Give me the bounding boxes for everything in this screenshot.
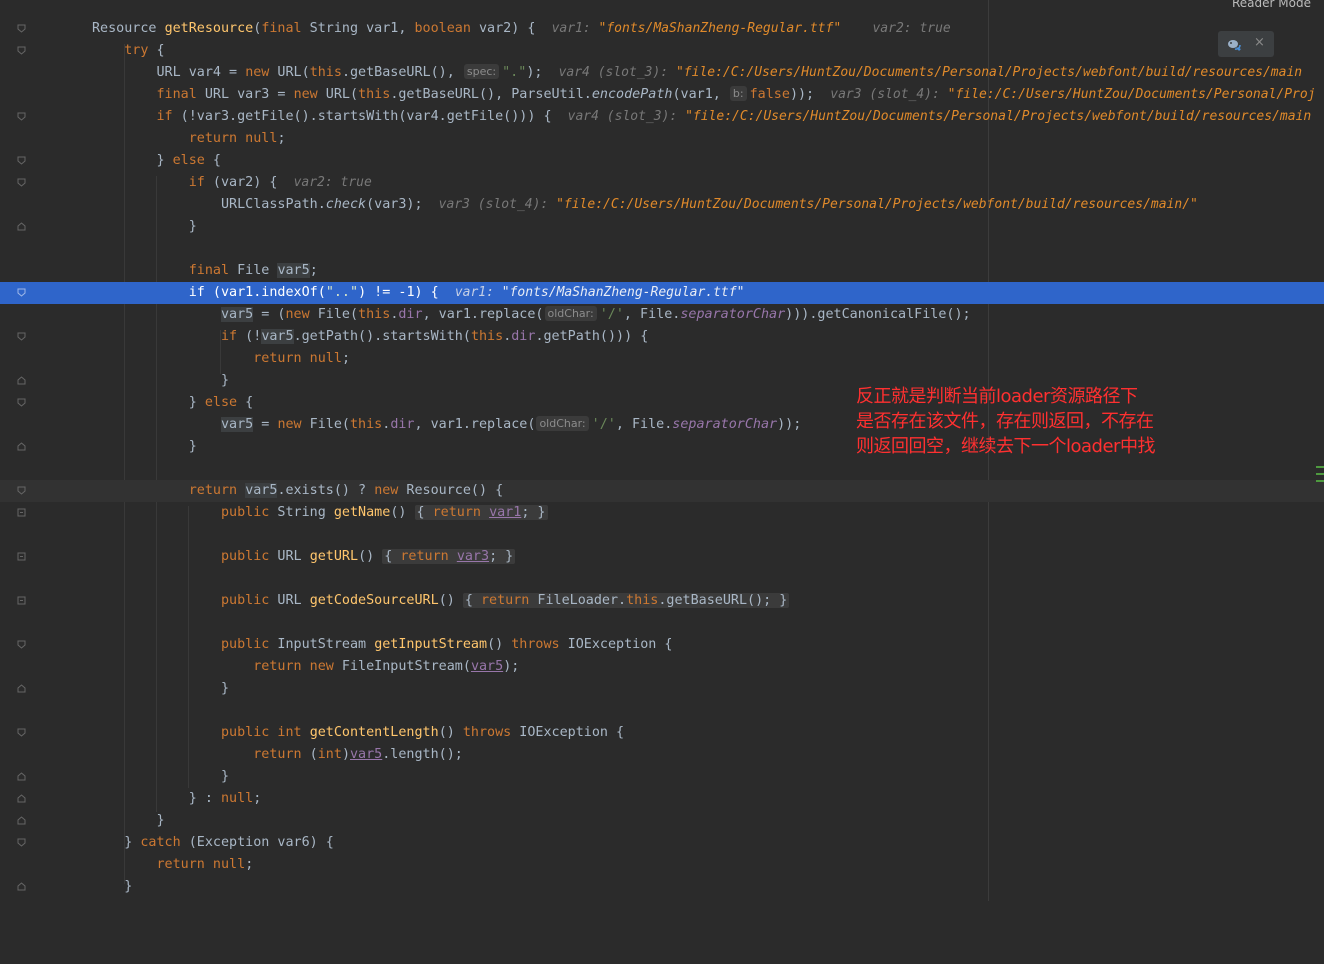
inline-value-hint: var4 (slot_3): [558,65,676,80]
fold-marker-icon[interactable] [17,772,26,781]
fold-marker-icon[interactable] [17,640,26,649]
annotation-line: 反正就是判断当前loader资源路径下 [856,386,1138,407]
inline-value-hint: var1: [454,285,502,300]
inline-value-hint: var2: true [872,21,951,36]
inline-value-hint: var3 (slot_4): [830,87,948,102]
fold-marker-icon[interactable] [17,178,26,187]
fold-marker-icon[interactable] [17,442,26,451]
code-line[interactable]: } [0,678,1324,700]
annotation-line: 是否存在该文件，存在则返回，不存在 [856,411,1154,432]
fold-marker-icon[interactable] [17,684,26,693]
scrollbar-markers[interactable] [1316,466,1324,492]
code-line[interactable]: public URL getCodeSourceURL() { return F… [0,590,1324,612]
close-icon[interactable]: × [1254,35,1265,50]
debug-attach-icon[interactable] [1226,36,1242,52]
code-line[interactable]: return new FileInputStream(var5); [0,656,1324,678]
code-line[interactable]: final URL var3 = new URL(this.getBaseURL… [0,84,1324,106]
fold-marker-icon[interactable] [17,24,26,33]
code-line[interactable]: if (!var5.getPath().startsWith(this.dir.… [0,326,1324,348]
fold-marker-icon[interactable] [17,552,26,561]
caret-line[interactable]: return var5.exists() ? new Resource() { [0,480,1324,502]
code-line[interactable]: URL var4 = new URL(this.getBaseURL(), sp… [0,62,1324,84]
parameter-hint: oldChar: [536,416,589,431]
code-line[interactable]: Resource getResource(final String var1, … [0,18,1324,40]
code-line[interactable]: } else { [0,150,1324,172]
fold-marker-icon[interactable] [17,728,26,737]
code-line[interactable]: public InputStream getInputStream() thro… [0,634,1324,656]
code-line[interactable]: } : null; [0,788,1324,810]
code-line[interactable]: try { [0,40,1324,62]
code-line[interactable]: public String getName() { return var1; } [0,502,1324,524]
inline-value-hint: "file:/C:/Users/HuntZou/Documents/Person… [556,197,1198,212]
code-line[interactable]: } [0,216,1324,238]
fold-marker-icon[interactable] [17,112,26,121]
inline-value-hint: "fonts/MaShanZheng-Regular.ttf" [501,285,745,300]
fold-marker-icon[interactable] [17,288,26,297]
fold-marker-icon[interactable] [17,222,26,231]
code-line[interactable]: } [0,876,1324,898]
fold-marker-icon[interactable] [17,398,26,407]
inline-value-hint: var1: [551,21,599,36]
code-line[interactable]: final File var5; [0,260,1324,282]
code-line[interactable]: public URL getURL() { return var3; } [0,546,1324,568]
fold-marker-icon[interactable] [17,882,26,891]
fold-marker-icon[interactable] [17,376,26,385]
code-line[interactable]: } [0,810,1324,832]
code-line[interactable]: return null; [0,854,1324,876]
fold-marker-icon[interactable] [17,332,26,341]
fold-marker-icon[interactable] [17,46,26,55]
fold-marker-icon[interactable] [17,596,26,605]
inline-value-hint: var3 (slot_4): [438,197,557,212]
inline-value-hint: "file:/C:/Users/HuntZou/Documents/Person… [685,109,1312,124]
reader-mode-button[interactable]: Reader Mode [1232,0,1311,10]
code-line[interactable]: return (int)var5.length(); [0,744,1324,766]
inline-value-hint: var4 (slot_3): [567,109,686,124]
inline-value-hint: "file:/C:/Users/HuntZou/Documents/Person… [675,65,1303,80]
fold-marker-icon[interactable] [17,486,26,495]
parameter-hint: spec: [463,64,500,79]
code-line[interactable]: if (var2) { var2: true [0,172,1324,194]
code-line[interactable]: return null; [0,348,1324,370]
code-line[interactable]: return null; [0,128,1324,150]
code-line[interactable]: public int getContentLength() throws IOE… [0,722,1324,744]
inline-value-hint: var2: true [293,175,372,190]
fold-marker-icon[interactable] [17,794,26,803]
parameter-hint: b: [729,86,747,101]
annotation-line: 则返回回空，继续去下一个loader中找 [856,436,1155,457]
parameter-hint: oldChar: [544,306,597,321]
code-line[interactable]: var5 = (new File(this.dir, var1.replace(… [0,304,1324,326]
fold-marker-icon[interactable] [17,816,26,825]
code-line[interactable]: } [0,766,1324,788]
fold-marker-icon[interactable] [17,156,26,165]
fold-marker-icon[interactable] [17,508,26,517]
execution-point-line[interactable]: if (var1.indexOf("..") != -1) { var1: "f… [0,282,1324,304]
code-line[interactable]: if (!var3.getFile().startsWith(var4.getF… [0,106,1324,128]
debug-floating-toolbar[interactable]: × [1218,31,1274,57]
annotation-note: 反正就是判断当前loader资源路径下 是否存在该文件，存在则返回，不存在 则返… [856,384,1216,459]
inline-value-hint: "file:/C:/Users/HuntZou/Documents/Person… [947,87,1316,102]
inline-value-hint: "fonts/MaShanZheng-Regular.ttf" [598,21,842,36]
code-line[interactable]: URLClassPath.check(var3); var3 (slot_4):… [0,194,1324,216]
fold-marker-icon[interactable] [17,838,26,847]
code-line[interactable]: } catch (Exception var6) { [0,832,1324,854]
